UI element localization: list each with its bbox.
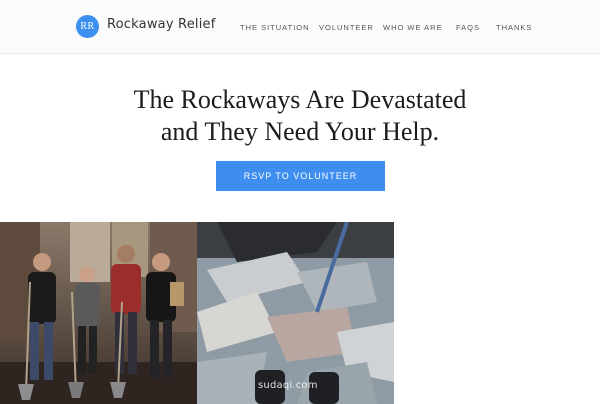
nav-the-situation[interactable]: THE SITUATION <box>240 23 310 32</box>
site-header: RR Rockaway Relief THE SITUATION VOLUNTE… <box>0 0 600 54</box>
volunteers-photo <box>0 222 197 404</box>
hero-title-line1: The Rockaways Are Devastated <box>133 85 467 114</box>
nav-thanks[interactable]: THANKS <box>496 23 532 32</box>
rsvp-volunteer-button[interactable]: RSVP TO VOLUNTEER <box>216 161 385 191</box>
hero-title: The Rockaways Are Devastated and They Ne… <box>0 84 600 148</box>
nav-faqs[interactable]: FAQS <box>456 23 480 32</box>
main-nav: THE SITUATION VOLUNTEER WHO WE ARE FAQS … <box>0 23 600 33</box>
hero-title-line2: and They Need Your Help. <box>160 117 440 146</box>
debris-photo-illustration <box>197 222 394 404</box>
debris-photo <box>197 222 394 404</box>
nav-volunteer[interactable]: VOLUNTEER <box>319 23 374 32</box>
volunteers-photo-illustration <box>0 222 197 404</box>
watermark: sudaqi.com <box>258 380 318 391</box>
nav-who-we-are[interactable]: WHO WE ARE <box>383 23 443 32</box>
